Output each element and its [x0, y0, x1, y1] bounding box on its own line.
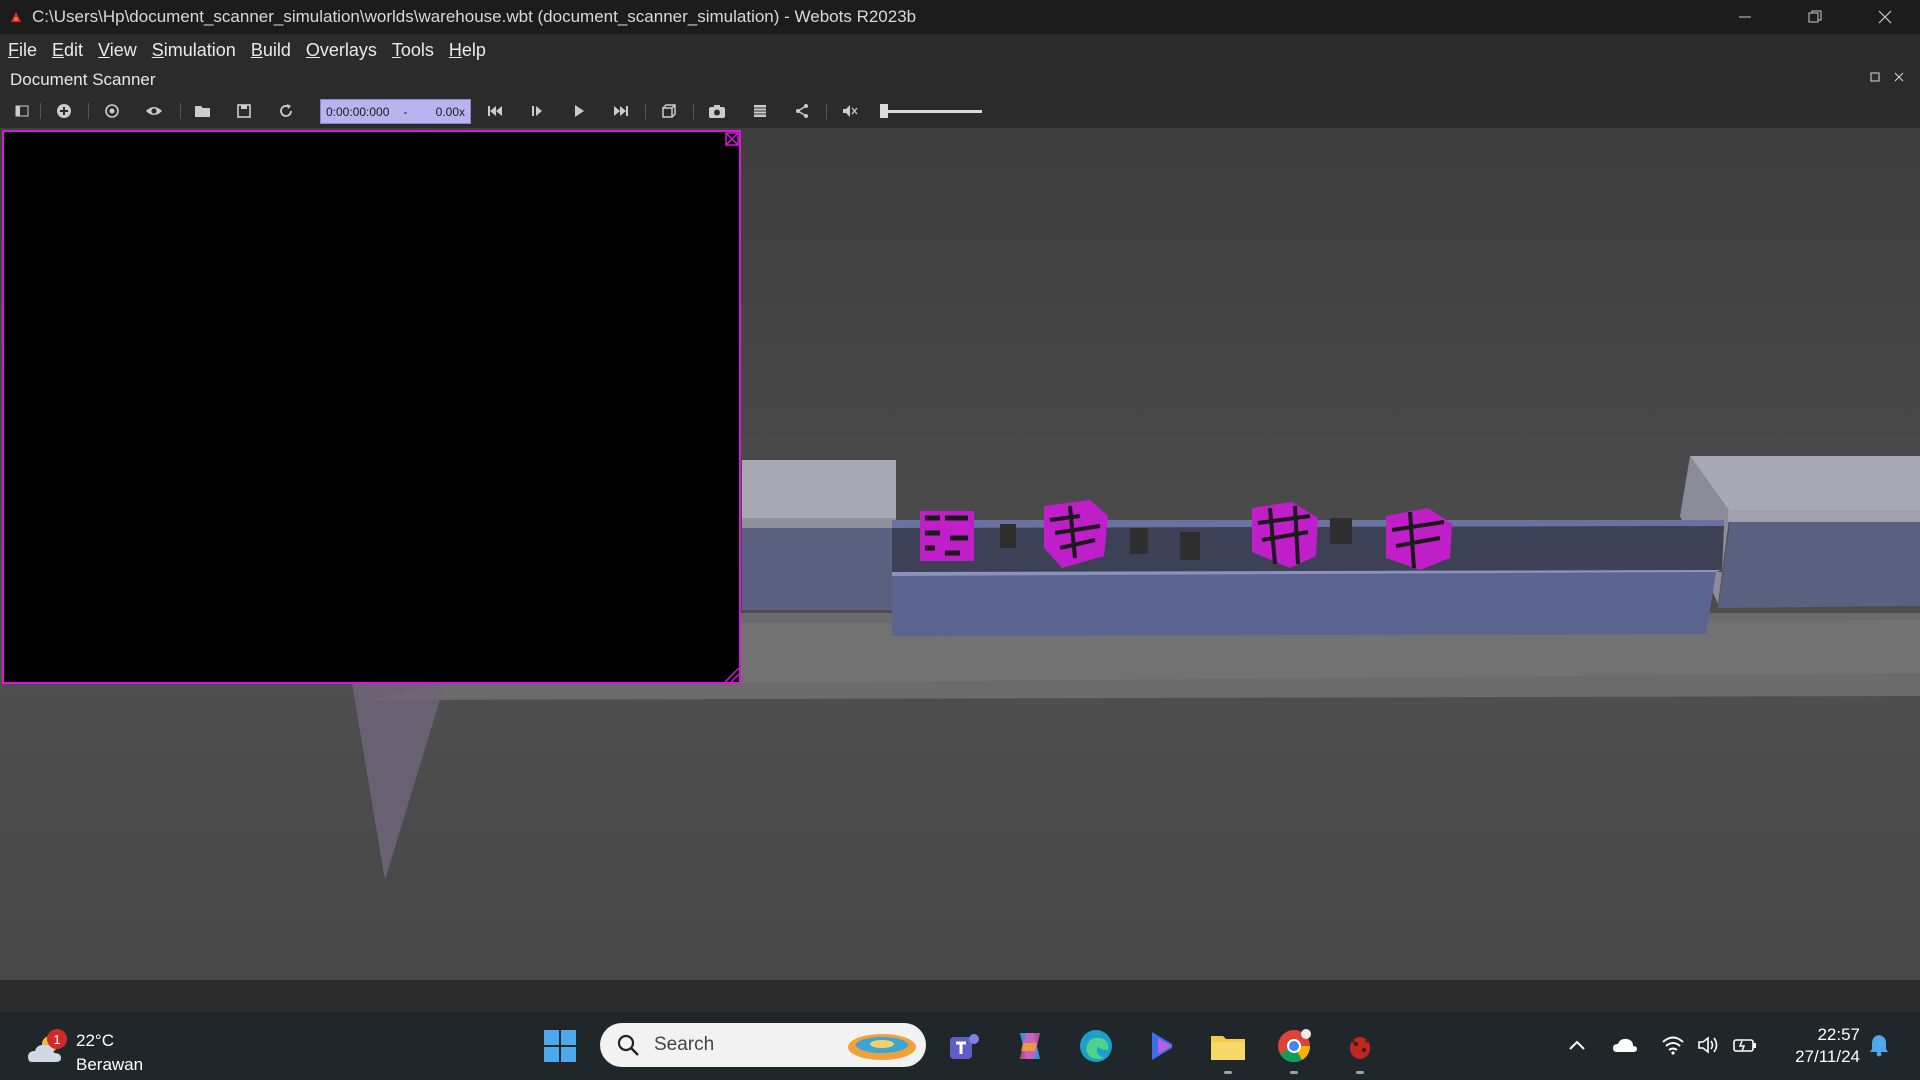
package-cube	[920, 511, 974, 561]
view-cube-icon[interactable]	[659, 101, 679, 121]
bell-icon[interactable]	[1866, 1032, 1892, 1058]
camera-icon[interactable]	[707, 101, 727, 121]
search-highlight-image	[848, 1034, 916, 1060]
search-label: Search	[654, 1034, 715, 1055]
save-world-icon[interactable]	[234, 101, 254, 121]
menu-help[interactable]: Help	[449, 40, 486, 61]
3d-view[interactable]	[0, 128, 1920, 980]
mute-icon[interactable]	[840, 101, 860, 121]
taskbar-search[interactable]: Search	[600, 1023, 926, 1067]
close-panel-icon[interactable]	[1894, 72, 1904, 82]
menu-view[interactable]: View	[98, 40, 137, 61]
simulation-time-display: 0:00:00:000 - 0.00x	[320, 99, 471, 124]
step-icon[interactable]	[527, 101, 547, 121]
chrome-icon[interactable]	[1274, 1026, 1314, 1074]
reload-world-icon[interactable]	[276, 101, 296, 121]
windows-start-icon[interactable]	[540, 1026, 580, 1066]
battery-icon[interactable]	[1732, 1032, 1758, 1058]
teams-icon[interactable]	[944, 1026, 984, 1066]
title-bar: C:\Users\Hp\document_scanner_simulation\…	[0, 0, 1920, 34]
menu-simulation[interactable]: Simulation	[152, 40, 236, 61]
volume-icon[interactable]	[1696, 1032, 1722, 1058]
weather-condition: Berawan	[76, 1055, 144, 1074]
wall-block-right	[1690, 456, 1920, 512]
weather-widget[interactable]: 1 22°C Berawan	[26, 1024, 156, 1074]
wall-block-left	[742, 460, 896, 518]
play-icon[interactable]	[569, 101, 589, 121]
system-clock[interactable]: 22:57 27/11/24	[1770, 1024, 1860, 1068]
menu-build[interactable]: Build	[251, 40, 291, 61]
webots-app-icon	[11, 12, 21, 22]
weather-alert-badge: 1	[47, 1029, 67, 1049]
window-title: C:\Users\Hp\document_scanner_simulation\…	[32, 7, 917, 26]
eye-icon[interactable]	[144, 101, 164, 121]
menu-file[interactable]: File	[8, 40, 37, 61]
open-world-icon[interactable]	[193, 101, 213, 121]
scene-tree-toggle-icon[interactable]	[12, 101, 32, 121]
camera-overlay[interactable]	[2, 130, 741, 684]
simulation-speed: 0.00x	[435, 104, 465, 119]
volume-knob[interactable]	[880, 104, 888, 118]
status-bar	[0, 980, 1920, 1012]
copilot-app-icon[interactable]	[1142, 1026, 1182, 1066]
simulation-time: 0:00:00:000	[326, 104, 390, 119]
windows-taskbar: 1 22°C Berawan Search 22:57 27/11/24	[0, 1012, 1920, 1080]
close-icon[interactable]	[1850, 0, 1920, 34]
onedrive-icon[interactable]	[1612, 1032, 1638, 1058]
clock-date: 27/11/24	[1795, 1047, 1860, 1066]
overlay-resize-handle[interactable]	[725, 668, 739, 682]
reset-view-icon[interactable]	[102, 101, 122, 121]
weather-temp: 22°C	[76, 1031, 114, 1050]
file-explorer-icon[interactable]	[1208, 1026, 1248, 1074]
menu-edit[interactable]: Edit	[52, 40, 83, 61]
add-node-icon[interactable]	[54, 101, 74, 121]
volume-slider[interactable]	[880, 104, 982, 118]
menu-bar: File Edit View Simulation Build Overlays…	[0, 34, 1920, 66]
chevron-up-icon[interactable]	[1564, 1032, 1590, 1058]
menu-tools[interactable]: Tools	[392, 40, 434, 61]
volume-track	[880, 110, 982, 113]
clock-time: 22:57	[1817, 1025, 1860, 1044]
wifi-icon[interactable]	[1660, 1032, 1686, 1058]
record-movie-icon[interactable]	[750, 101, 770, 121]
overlay-close-icon[interactable]	[725, 132, 739, 146]
webots-icon[interactable]	[1340, 1026, 1380, 1074]
menu-overlays[interactable]: Overlays	[306, 40, 377, 61]
fast-forward-icon[interactable]	[611, 101, 631, 121]
share-icon[interactable]	[792, 101, 812, 121]
copilot-icon[interactable]	[1010, 1026, 1050, 1066]
dock-title: Document Scanner	[10, 70, 156, 89]
search-icon	[617, 1034, 639, 1056]
skip-back-icon[interactable]	[485, 101, 505, 121]
minimize-icon[interactable]	[1710, 0, 1780, 34]
edge-icon[interactable]	[1076, 1026, 1116, 1066]
simulation-toolbar: 0:00:00:000 - 0.00x	[0, 94, 1920, 128]
dock-header: Document Scanner	[0, 66, 1920, 94]
restore-icon[interactable]	[1780, 0, 1850, 34]
float-panel-icon[interactable]	[1870, 72, 1880, 82]
